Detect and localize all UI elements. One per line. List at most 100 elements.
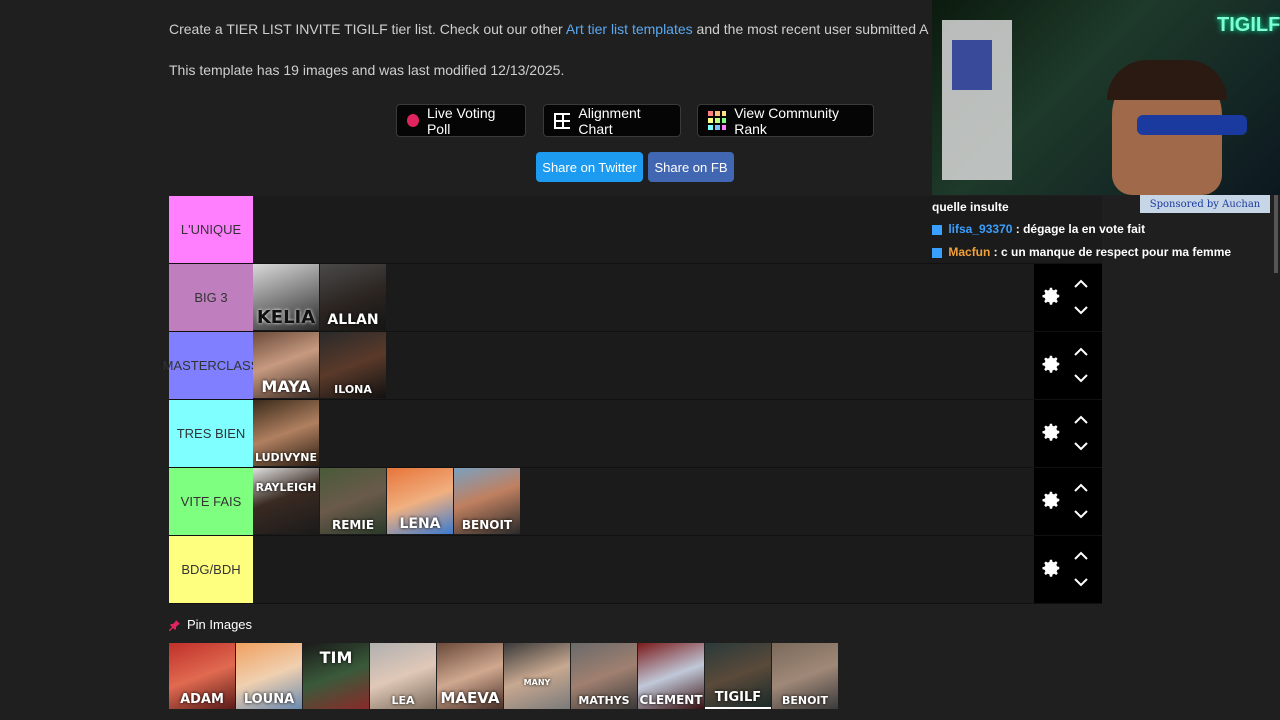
tier-image[interactable]: KELIA bbox=[253, 264, 319, 330]
tier-image[interactable]: MAYA bbox=[253, 332, 319, 398]
tier-items[interactable]: LUDIVYNE bbox=[253, 400, 1102, 467]
grid-icon bbox=[554, 112, 571, 129]
pin-image[interactable]: MANY bbox=[504, 643, 570, 709]
image-caption: LENA bbox=[399, 516, 441, 532]
pin-image[interactable]: LOUNA bbox=[236, 643, 302, 709]
pin-image[interactable]: BENOIT bbox=[772, 643, 838, 709]
chevron-up-icon[interactable] bbox=[1074, 551, 1088, 561]
tier-items[interactable]: RAYLEIGH REMIE LENA BENOIT bbox=[253, 468, 1102, 535]
pin-images-toggle[interactable]: Pin Images bbox=[169, 617, 252, 632]
alignment-chart-label: Alignment Chart bbox=[578, 104, 641, 137]
template-meta: This template has 19 images and was last… bbox=[169, 62, 565, 78]
pin-images-row: ADAM LOUNA TIM LEA MAEVA MANY MATHYS CLE… bbox=[169, 643, 839, 709]
image-caption: TIM bbox=[319, 648, 353, 667]
chevron-down-icon[interactable] bbox=[1074, 305, 1088, 315]
tier-controls bbox=[1034, 332, 1102, 399]
image-caption: MAYA bbox=[261, 377, 311, 396]
community-rank-label: View Community Rank bbox=[734, 104, 839, 137]
tier-items[interactable]: MAYA ILONA bbox=[253, 332, 1102, 399]
image-caption: LEA bbox=[391, 694, 415, 707]
webcam-overlay: TIGILF bbox=[932, 0, 1280, 195]
tier-label[interactable]: TRES BIEN bbox=[169, 400, 253, 467]
sponsor-banner: Sponsored by Auchan bbox=[1140, 195, 1270, 213]
image-caption: BENOIT bbox=[461, 518, 513, 532]
chat-text: : dégage la en vote fait bbox=[1012, 222, 1146, 236]
chevron-up-icon[interactable] bbox=[1074, 279, 1088, 289]
share-fb-button[interactable]: Share on FB bbox=[648, 152, 734, 182]
record-dot-icon bbox=[407, 114, 419, 127]
stream-chat: Sponsored by Auchan quelle insulte lifsa… bbox=[932, 195, 1280, 273]
chevron-down-icon[interactable] bbox=[1074, 373, 1088, 383]
image-caption: CLEMENT bbox=[639, 693, 703, 707]
tier-image[interactable]: RAYLEIGH bbox=[253, 468, 319, 534]
cam-neon-label: TIGILF bbox=[1217, 14, 1280, 36]
poster-background bbox=[952, 40, 992, 90]
tier-image[interactable]: ILONA bbox=[320, 332, 386, 398]
tier-items[interactable]: KELIA ALLAN bbox=[253, 264, 1102, 331]
share-twitter-button[interactable]: Share on Twitter bbox=[536, 152, 643, 182]
tier-image[interactable]: LENA bbox=[387, 468, 453, 534]
tier-controls bbox=[1034, 264, 1102, 331]
pin-image[interactable]: TIM bbox=[303, 643, 369, 709]
pin-image[interactable]: TIGILF bbox=[705, 643, 771, 709]
pin-image[interactable]: MATHYS bbox=[571, 643, 637, 709]
image-caption: LUDIVYNE bbox=[255, 451, 317, 464]
gear-icon[interactable] bbox=[1040, 285, 1062, 307]
chevron-up-icon[interactable] bbox=[1074, 415, 1088, 425]
badge-icon bbox=[932, 224, 942, 235]
gear-icon[interactable] bbox=[1040, 489, 1062, 511]
tier-row-c: TRES BIEN LUDIVYNE bbox=[169, 400, 1102, 468]
chat-scrollbar[interactable] bbox=[1274, 195, 1278, 273]
tier-controls bbox=[1034, 400, 1102, 467]
tier-items[interactable] bbox=[253, 536, 1102, 603]
pin-image[interactable]: ADAM bbox=[169, 643, 235, 709]
gear-icon[interactable] bbox=[1040, 557, 1062, 579]
view-community-rank-button[interactable]: View Community Rank bbox=[697, 104, 874, 137]
gear-icon[interactable] bbox=[1040, 353, 1062, 375]
pin-image[interactable]: MAEVA bbox=[437, 643, 503, 709]
tier-controls bbox=[1034, 536, 1102, 603]
chat-username: Macfun bbox=[948, 245, 991, 259]
alignment-chart-button[interactable]: Alignment Chart bbox=[543, 104, 681, 137]
gear-icon[interactable] bbox=[1040, 421, 1062, 443]
tier-label[interactable]: BDG/BDH bbox=[169, 536, 253, 603]
tier-label[interactable]: VITE FAIS bbox=[169, 468, 253, 535]
chat-message: quelle insulte bbox=[932, 200, 1009, 214]
tier-label[interactable]: BIG 3 bbox=[169, 264, 253, 331]
pin-image[interactable]: CLEMENT bbox=[638, 643, 704, 709]
intro-prefix: Create a TIER LIST INVITE TIGILF tier li… bbox=[169, 21, 566, 37]
pin-image[interactable]: LEA bbox=[370, 643, 436, 709]
tier-row-d: VITE FAIS RAYLEIGH REMIE LENA BENOIT bbox=[169, 468, 1102, 536]
color-grid-icon bbox=[708, 110, 727, 130]
chevron-up-icon[interactable] bbox=[1074, 347, 1088, 357]
tier-image[interactable]: LUDIVYNE bbox=[253, 400, 319, 466]
tier-image[interactable]: ALLAN bbox=[320, 264, 386, 330]
live-voting-poll-button[interactable]: Live Voting Poll bbox=[396, 104, 526, 137]
intro-suffix: and the most recent user submitted A bbox=[692, 21, 929, 37]
chat-text: : c un manque de respect pour ma femme bbox=[990, 245, 1232, 259]
image-caption: REMIE bbox=[331, 518, 375, 532]
chevron-up-icon[interactable] bbox=[1074, 483, 1088, 493]
chat-text: quelle insulte bbox=[932, 200, 1009, 214]
tier-label[interactable]: L'UNIQUE bbox=[169, 196, 253, 263]
pin-images-label: Pin Images bbox=[187, 617, 253, 632]
chevron-down-icon[interactable] bbox=[1074, 577, 1088, 587]
chat-message: Macfun : c un manque de respect pour ma … bbox=[932, 245, 1231, 259]
tier-label[interactable]: MASTERCLASS bbox=[163, 332, 259, 399]
chevron-down-icon[interactable] bbox=[1074, 509, 1088, 519]
art-templates-link[interactable]: Art tier list templates bbox=[566, 21, 693, 37]
tier-image[interactable]: REMIE bbox=[320, 468, 386, 534]
tier-row-b: MASTERCLASS MAYA ILONA bbox=[163, 332, 1102, 400]
tier-image[interactable]: BENOIT bbox=[454, 468, 520, 534]
image-caption: RAYLEIGH bbox=[255, 481, 317, 494]
tier-row-a: BIG 3 KELIA ALLAN bbox=[169, 264, 1102, 332]
chat-message: lifsa_93370 : dégage la en vote fait bbox=[932, 222, 1145, 236]
chevron-down-icon[interactable] bbox=[1074, 441, 1088, 451]
streamer-hair bbox=[1107, 60, 1227, 100]
intro-text: Create a TIER LIST INVITE TIGILF tier li… bbox=[169, 21, 931, 37]
tier-row-e: BDG/BDH bbox=[169, 536, 1102, 604]
pin-icon bbox=[169, 619, 180, 631]
tier-controls bbox=[1034, 468, 1102, 535]
live-voting-label: Live Voting Poll bbox=[426, 104, 496, 137]
chat-username: lifsa_93370 bbox=[948, 222, 1013, 236]
